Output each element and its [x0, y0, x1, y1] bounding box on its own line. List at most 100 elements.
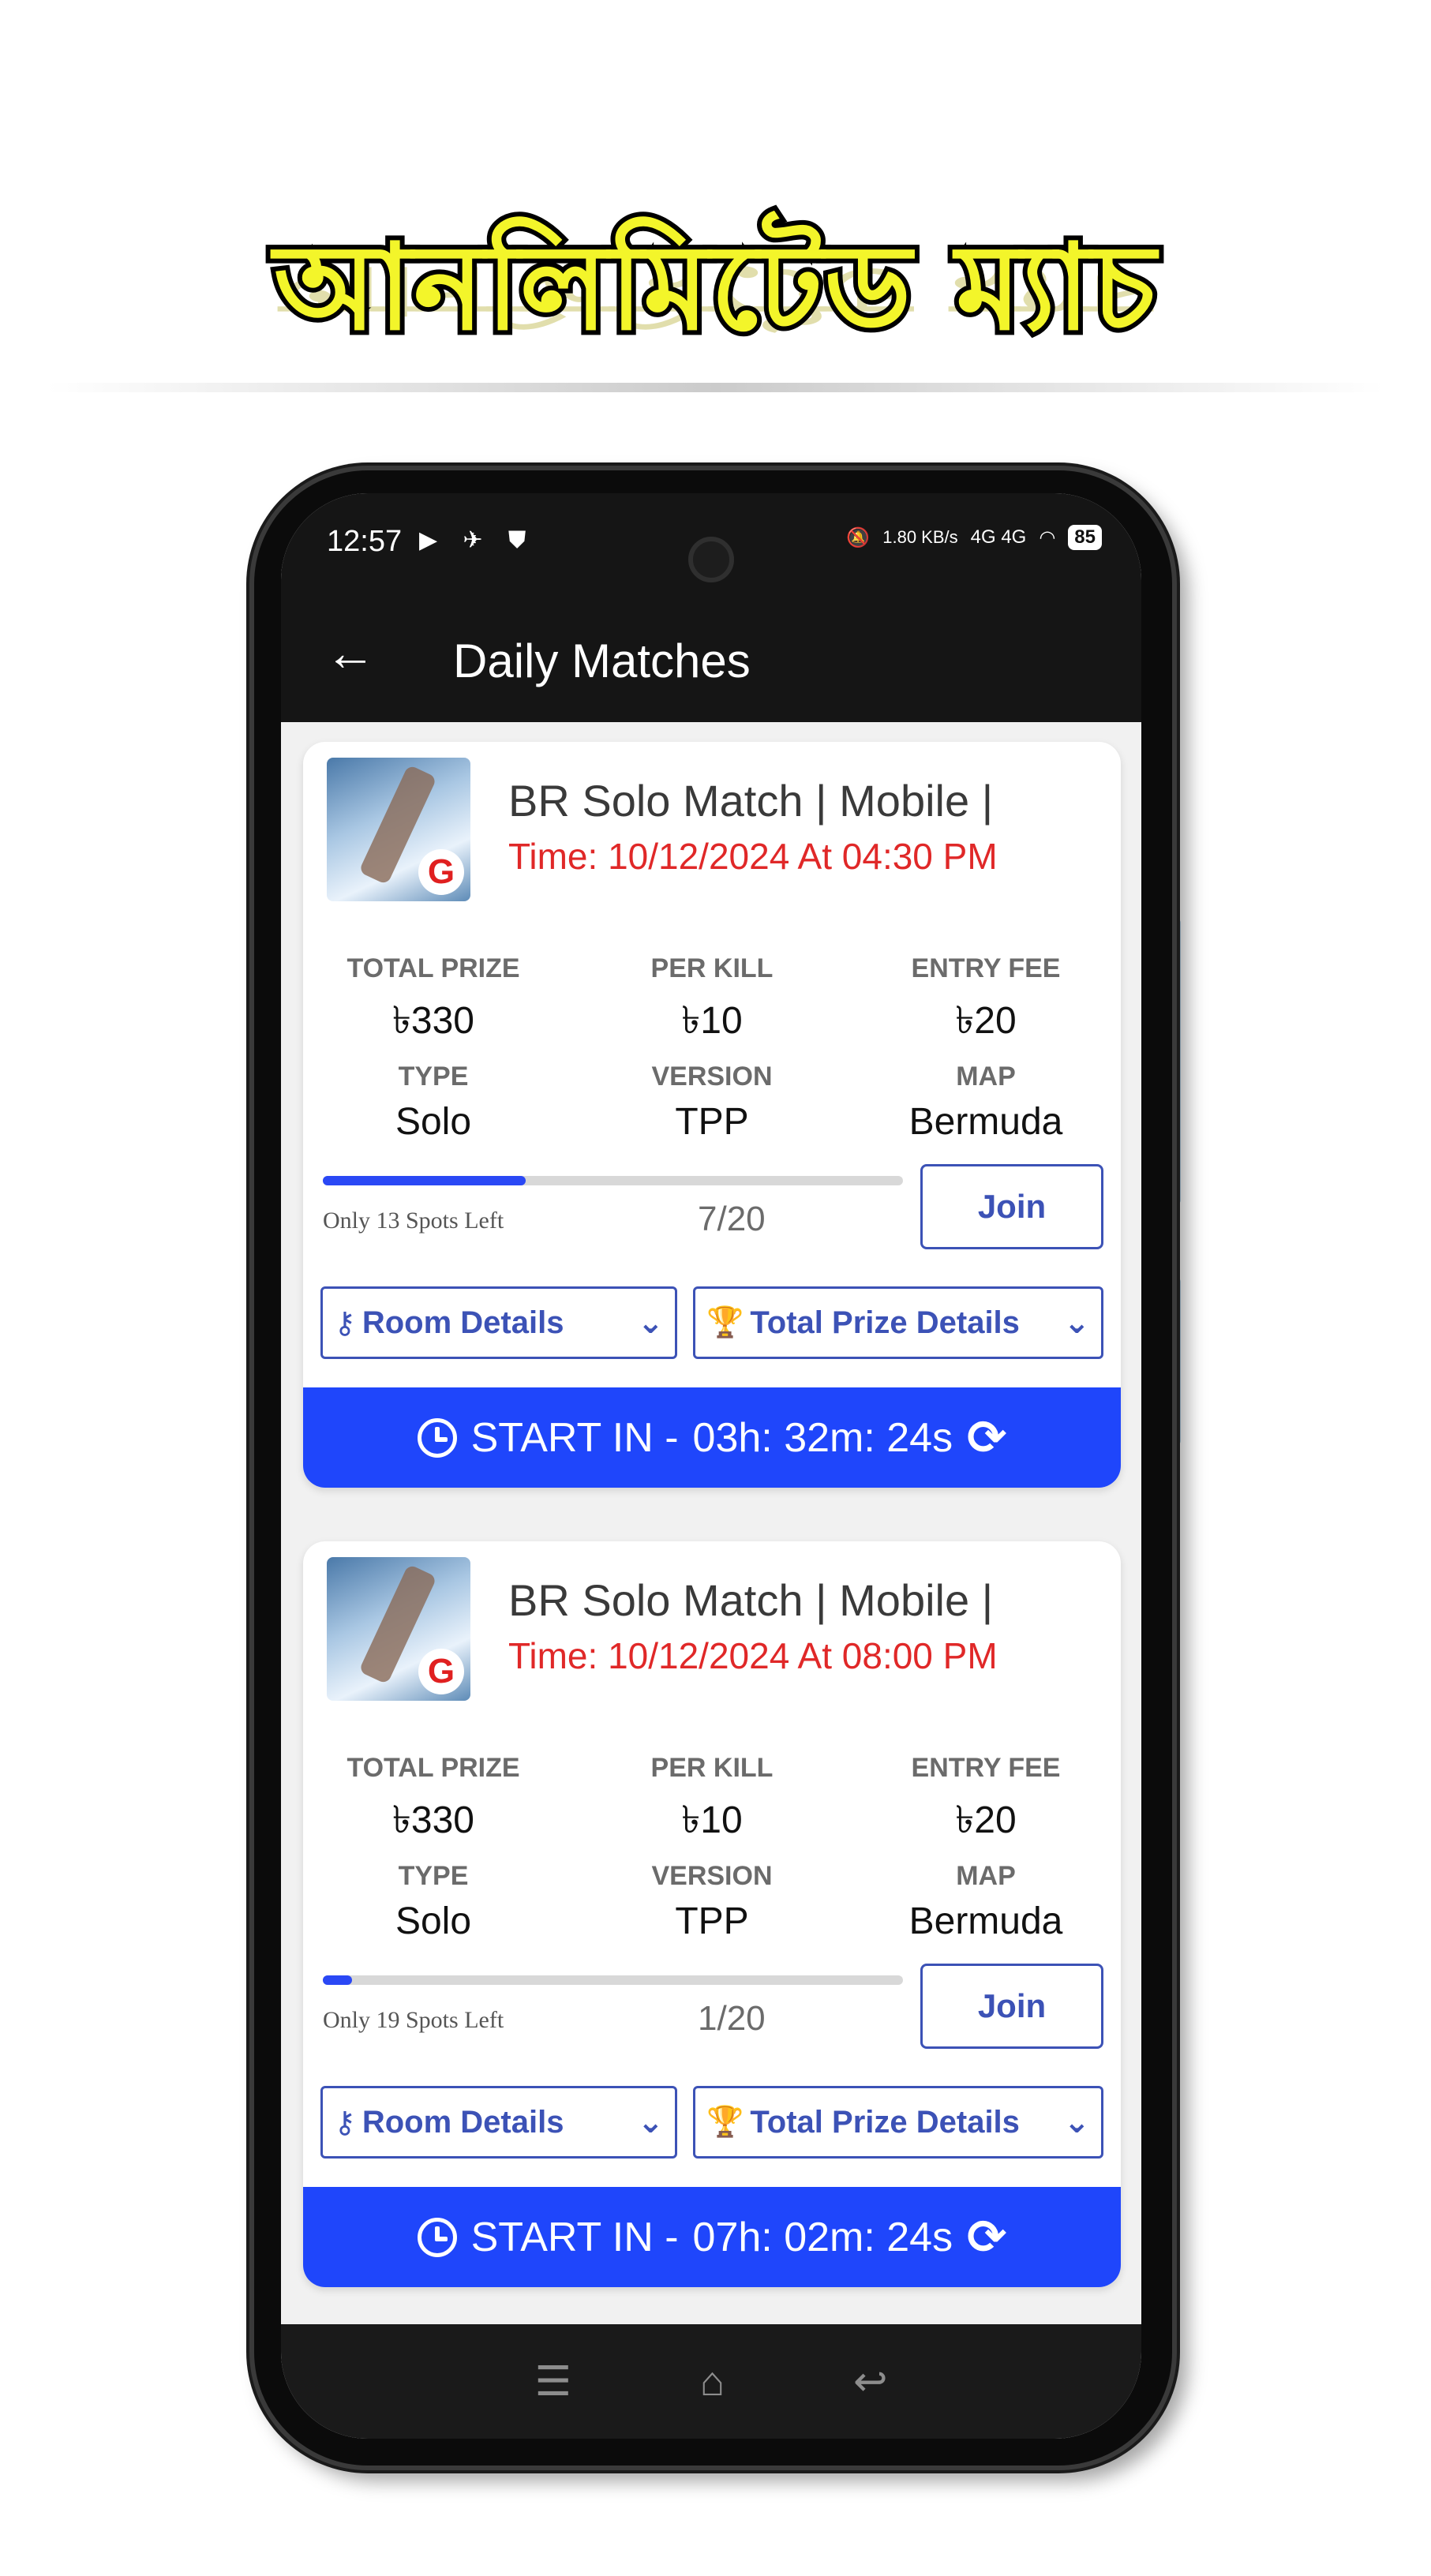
spots-left: Only 19 Spots Left	[323, 2007, 504, 2033]
game-thumbnail: G	[327, 758, 470, 901]
page-title: Daily Matches	[453, 635, 751, 687]
room-details-label: Room Details	[361, 1305, 564, 1340]
start-countdown-bar: START IN - 03h: 32m: 24s ⟳	[303, 1387, 1121, 1488]
status-right: 🔕 1.80 KB/s 4G 4G ◠ 85	[846, 525, 1102, 550]
match-time: Time: 10/12/2024 At 08:00 PM	[508, 1635, 998, 1676]
countdown-timer: 07h: 02m: 24s	[692, 2214, 953, 2260]
stat-value: Solo	[395, 1101, 472, 1143]
signal-label: 4G 4G	[970, 526, 1027, 548]
stat-version: VERSION TPP	[582, 1061, 842, 1144]
wifi-icon: ◠	[1039, 526, 1056, 549]
room-details-dropdown[interactable]: ⚷ Room Details ⌄	[320, 1286, 677, 1359]
stat-label: TOTAL PRIZE	[347, 953, 520, 983]
garena-logo-icon: G	[418, 1649, 464, 1694]
stat-value: ৳20	[955, 1799, 1017, 1841]
chevron-down-icon: ⌄	[1063, 2105, 1090, 2140]
chevron-down-icon: ⌄	[637, 2105, 664, 2140]
match-time: Time: 10/12/2024 At 04:30 PM	[508, 836, 998, 877]
mute-icon: 🔕	[846, 526, 871, 549]
slots-progress-bar	[323, 1176, 903, 1185]
stat-label: PER KILL	[650, 953, 774, 983]
system-back-icon[interactable]: ↩	[853, 2358, 888, 2406]
status-bar: 12:57 ▶ ✈ ⛊ 🔕 1.80 KB/s 4G 4G ◠ 85	[281, 493, 1141, 596]
refresh-icon[interactable]: ⟳	[967, 2210, 1006, 2265]
total-prize-details-label: Total Prize Details	[750, 1305, 1020, 1340]
stat-entry-fee: ENTRY FEE ৳20	[856, 1753, 1116, 1854]
phone-screen: 12:57 ▶ ✈ ⛊ 🔕 1.80 KB/s 4G 4G ◠ 85 ← Dai…	[281, 493, 1141, 2439]
slots-progress-fill	[323, 1176, 526, 1185]
stat-type: TYPE Solo	[303, 1861, 564, 1943]
match-name: BR Solo Match | Mobile |	[508, 776, 994, 826]
app-bar: ← Daily Matches	[281, 596, 1141, 722]
start-in-label: START IN -	[470, 1414, 679, 1461]
refresh-icon[interactable]: ⟳	[967, 1410, 1006, 1466]
home-icon[interactable]: ⌂	[700, 2358, 725, 2406]
joined-count: 1/20	[698, 1999, 766, 2038]
stat-type: TYPE Solo	[303, 1061, 564, 1144]
stat-total-prize: TOTAL PRIZE ৳330	[303, 1753, 564, 1854]
stat-total-prize: TOTAL PRIZE ৳330	[303, 953, 564, 1054]
joined-count: 7/20	[698, 1200, 766, 1238]
stat-value: Bermuda	[908, 1900, 1063, 1942]
join-button[interactable]: Join	[920, 1164, 1103, 1249]
trophy-icon: 🏆	[706, 2106, 744, 2139]
spots-left: Only 13 Spots Left	[323, 1208, 504, 1234]
match-card: G BR Solo Match | Mobile | Time: 10/12/2…	[303, 742, 1121, 1488]
room-details-label: Room Details	[361, 2104, 564, 2140]
back-arrow-icon[interactable]: ←	[325, 627, 376, 678]
match-card: G BR Solo Match | Mobile | Time: 10/12/2…	[303, 1541, 1121, 2287]
total-prize-details-dropdown[interactable]: 🏆 Total Prize Details ⌄	[693, 1286, 1103, 1359]
join-button[interactable]: Join	[920, 1964, 1103, 2049]
stat-value: Solo	[395, 1900, 472, 1942]
slots-progress-fill	[323, 1975, 352, 1985]
chevron-down-icon: ⌄	[637, 1305, 664, 1340]
front-camera	[688, 537, 734, 582]
key-icon: ⚷	[334, 2106, 356, 2140]
stat-value: TPP	[675, 1101, 749, 1143]
stat-label: MAP	[956, 1061, 1016, 1091]
stat-label: VERSION	[651, 1861, 773, 1891]
stat-per-kill: PER KILL ৳10	[582, 1753, 842, 1854]
stat-map: MAP Bermuda	[856, 1861, 1116, 1943]
game-thumbnail: G	[327, 1557, 470, 1701]
stat-value: ৳10	[681, 1000, 743, 1042]
garena-logo-icon: G	[418, 849, 464, 895]
banner-title: আনলিমিটেড ম্যাচ	[269, 215, 1160, 361]
stat-label: TOTAL PRIZE	[347, 1753, 520, 1783]
chevron-down-icon: ⌄	[1063, 1305, 1090, 1340]
clock-icon	[417, 1417, 457, 1458]
total-prize-details-dropdown[interactable]: 🏆 Total Prize Details ⌄	[693, 2086, 1103, 2159]
stat-label: TYPE	[398, 1061, 469, 1091]
notification-icons: ▶ ✈ ⛊	[419, 527, 536, 553]
slots-progress-bar	[323, 1975, 903, 1985]
stat-value: ৳330	[392, 1000, 474, 1042]
stat-label: MAP	[956, 1861, 1016, 1891]
battery-level: 85	[1068, 525, 1102, 550]
stat-value: ৳10	[681, 1799, 743, 1841]
stat-label: TYPE	[398, 1861, 469, 1891]
match-name: BR Solo Match | Mobile |	[508, 1575, 994, 1625]
stat-per-kill: PER KILL ৳10	[582, 953, 842, 1054]
system-nav-bar: ☰ ⌂ ↩	[281, 2324, 1141, 2439]
stat-label: PER KILL	[650, 1753, 774, 1783]
promo-banner: আনলিমিটেড ম্যাচ আনলিমিটেড ম্যাচ	[0, 213, 1431, 497]
room-details-dropdown[interactable]: ⚷ Room Details ⌄	[320, 2086, 677, 2159]
banner-glow	[47, 383, 1384, 392]
recent-apps-icon[interactable]: ☰	[534, 2358, 571, 2406]
stat-map: MAP Bermuda	[856, 1061, 1116, 1144]
stat-value: ৳330	[392, 1799, 474, 1841]
stat-value: Bermuda	[908, 1101, 1063, 1143]
key-icon: ⚷	[334, 1306, 356, 1340]
stat-label: ENTRY FEE	[911, 953, 1061, 983]
total-prize-details-label: Total Prize Details	[750, 2104, 1020, 2140]
clock-icon	[417, 2217, 457, 2257]
stat-value: TPP	[675, 1900, 749, 1942]
countdown-timer: 03h: 32m: 24s	[692, 1414, 953, 1461]
start-countdown-bar: START IN - 07h: 02m: 24s ⟳	[303, 2187, 1121, 2287]
stat-value: ৳20	[955, 1000, 1017, 1042]
start-in-label: START IN -	[470, 2214, 679, 2260]
stat-version: VERSION TPP	[582, 1861, 842, 1943]
stat-label: ENTRY FEE	[911, 1753, 1061, 1783]
network-speed: 1.80 KB/s	[882, 527, 958, 547]
stat-entry-fee: ENTRY FEE ৳20	[856, 953, 1116, 1054]
